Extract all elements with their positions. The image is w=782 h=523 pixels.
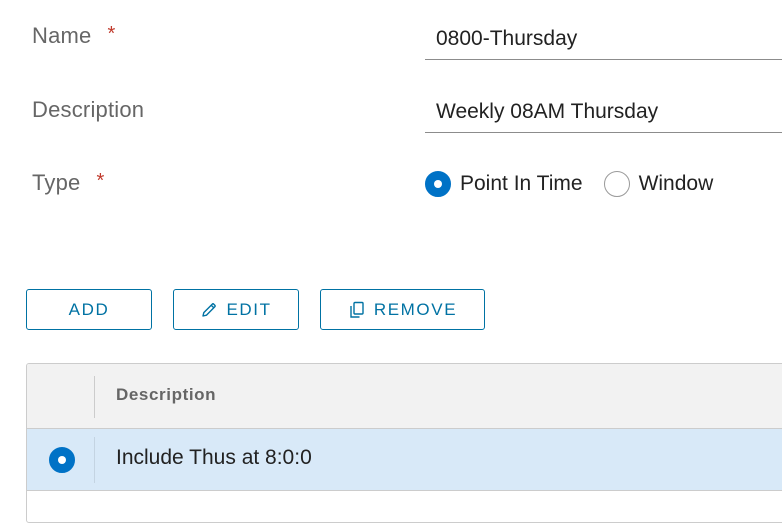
pencil-icon xyxy=(202,302,217,317)
name-field[interactable]: 0800-Thursday xyxy=(425,22,782,60)
description-label: Description xyxy=(32,97,145,122)
window-radio[interactable] xyxy=(603,171,630,197)
column-divider xyxy=(94,376,95,418)
copy-icon xyxy=(350,301,364,318)
row-select-radio[interactable] xyxy=(49,447,75,473)
window-label[interactable]: Window xyxy=(639,172,714,196)
point-in-time-label[interactable]: Point In Time xyxy=(460,172,583,196)
type-radio-group: Point In Time Window xyxy=(425,169,734,199)
schedule-grid: Description Include Thus at 8:0:0 xyxy=(26,363,782,523)
edit-button-label: EDIT xyxy=(226,299,272,319)
remove-button[interactable]: REMOVE xyxy=(320,289,485,330)
add-button[interactable]: ADD xyxy=(26,289,152,330)
remove-button-label: REMOVE xyxy=(373,299,458,319)
type-label-text: Type xyxy=(32,170,81,195)
type-required-marker: * xyxy=(96,170,105,192)
table-row[interactable]: Include Thus at 8:0:0 xyxy=(27,429,782,491)
add-button-label: ADD xyxy=(68,299,110,319)
column-header-description[interactable]: Description xyxy=(116,385,216,405)
row-description: Include Thus at 8:0:0 xyxy=(116,446,312,469)
edit-button[interactable]: EDIT xyxy=(173,289,299,330)
description-field[interactable]: Weekly 08AM Thursday xyxy=(425,95,782,133)
name-label: Name * xyxy=(32,23,115,49)
point-in-time-radio[interactable] xyxy=(425,171,451,197)
name-label-text: Name xyxy=(32,23,92,48)
column-divider xyxy=(94,437,95,483)
grid-header: Description xyxy=(27,364,782,429)
type-label: Type * xyxy=(32,170,104,196)
name-required-marker: * xyxy=(107,23,116,45)
